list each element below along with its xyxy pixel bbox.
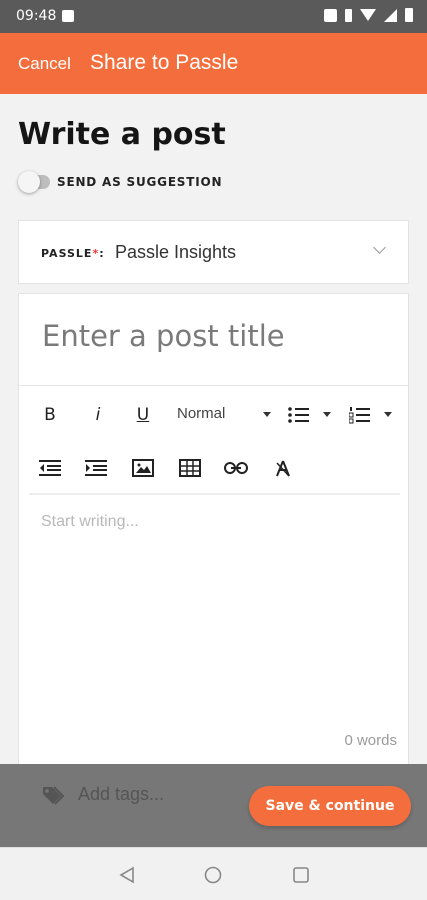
system-nav-bar — [0, 847, 427, 900]
save-and-continue-button[interactable]: Save & continue — [249, 786, 411, 826]
caret-down-icon — [323, 412, 331, 417]
battery-icon — [405, 8, 413, 22]
signal-icon — [384, 8, 397, 22]
passle-selected-value: Passle Insights — [115, 242, 237, 262]
app-bar: Cancel Share to Passle — [0, 33, 427, 94]
wifi-icon — [360, 9, 376, 21]
notification-icon — [62, 10, 74, 22]
outdent-icon[interactable] — [38, 457, 62, 479]
tag-icon — [41, 785, 65, 810]
text-style-select[interactable]: Normal — [177, 405, 225, 422]
tags-input[interactable]: Add tags... — [78, 784, 164, 805]
passle-label-colon: : — [99, 247, 105, 260]
status-bar: 09:48 — [0, 0, 427, 33]
home-icon[interactable] — [204, 866, 222, 884]
image-icon[interactable] — [131, 457, 155, 479]
passle-select[interactable]: PASSLE*: Passle Insights — [18, 220, 409, 284]
post-body-input[interactable]: Start writing... — [41, 513, 139, 531]
chevron-down-icon — [373, 241, 386, 254]
bold-icon[interactable]: B — [39, 402, 61, 428]
link-icon[interactable] — [224, 457, 248, 479]
divider — [19, 385, 408, 386]
passle-label-text: PASSLE — [41, 247, 93, 260]
table-icon[interactable] — [178, 457, 202, 479]
post-editor: Enter a post title B i U Normal Start wr… — [18, 293, 409, 773]
cancel-button[interactable]: Cancel — [18, 54, 71, 74]
caret-down-icon — [384, 412, 392, 417]
passle-label: PASSLE*: — [41, 247, 105, 260]
send-as-suggestion-toggle[interactable] — [18, 171, 52, 193]
word-count: 0 words — [344, 732, 397, 749]
vibrate-icon — [345, 8, 352, 22]
italic-icon[interactable]: i — [87, 402, 109, 428]
page-title: Write a post — [18, 117, 226, 152]
caret-down-icon — [263, 412, 271, 417]
toggle-knob — [18, 171, 40, 193]
numbered-list-icon[interactable] — [348, 404, 372, 426]
divider — [29, 493, 400, 495]
recents-icon[interactable] — [292, 866, 310, 884]
back-icon[interactable] — [118, 866, 136, 884]
underline-icon[interactable]: U — [132, 402, 154, 428]
indent-icon[interactable] — [84, 457, 108, 479]
send-as-suggestion-label: SEND AS SUGGESTION — [57, 175, 223, 189]
bullet-list-icon[interactable] — [287, 404, 311, 426]
app-title: Share to Passle — [90, 51, 239, 74]
post-title-input[interactable]: Enter a post title — [42, 319, 285, 353]
data-saver-icon — [324, 8, 337, 22]
status-time: 09:48 — [16, 8, 57, 24]
clear-format-icon[interactable] — [271, 457, 295, 479]
